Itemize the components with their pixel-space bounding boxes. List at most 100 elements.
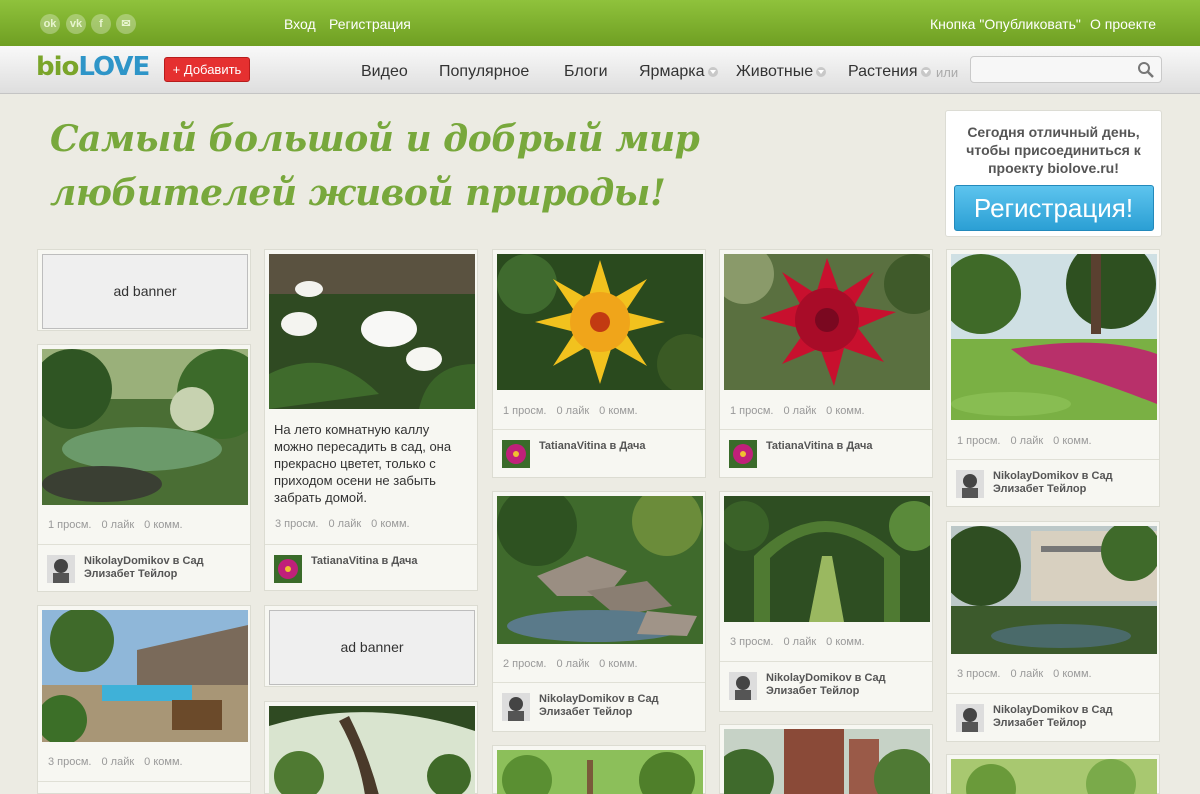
avatar[interactable]	[47, 555, 75, 583]
likes-count: 0 лайк	[1010, 435, 1044, 447]
comments-count: 0 комм.	[826, 405, 865, 417]
mail-icon[interactable]: ✉	[116, 14, 136, 34]
login-link[interactable]: Вход	[284, 16, 316, 32]
post-card[interactable]: 1 просм. 0 лайк 0 комм. NikolayDomikov в С…	[946, 249, 1160, 507]
post-card[interactable]: 3 просм. 0 лайк 0 комм. NikolayDomikov в С…	[719, 491, 933, 712]
spring-garden-image[interactable]	[951, 759, 1157, 794]
post-author[interactable]: TatianaVitina в Дача	[766, 440, 926, 453]
search-box	[970, 56, 1162, 83]
green-garden-image[interactable]	[497, 750, 703, 794]
vk-icon[interactable]: vk	[66, 14, 86, 34]
odnoklassniki-icon[interactable]: ok	[40, 14, 60, 34]
avatar[interactable]	[729, 672, 757, 700]
comments-count: 0 комм.	[599, 658, 638, 670]
post-author[interactable]: NikolayDomikov в Сад Элизабет Тейлор	[993, 470, 1153, 496]
nav-video[interactable]: Видео	[361, 63, 408, 81]
hero-line-1: Самый большой и добрый мир	[50, 118, 700, 160]
avatar[interactable]	[729, 440, 757, 468]
post-author[interactable]: TatianaVitina в Дача	[311, 555, 471, 568]
post-author[interactable]: NikolayDomikov в Сад Элизабет Тейлор	[766, 672, 926, 698]
views-count: 2 просм.	[503, 658, 547, 670]
views-count: 1 просм.	[48, 519, 92, 531]
post-card[interactable]: 3 просм. 0 лайк 0 комм. NikolayDomikov в С…	[946, 521, 1160, 742]
post-card[interactable]	[492, 745, 706, 794]
logo-part-bio: bio	[36, 52, 79, 82]
comments-count: 0 комм.	[371, 518, 410, 530]
avatar[interactable]	[502, 693, 530, 721]
post-card[interactable]: 1 просм. 0 лайк 0 комм. TatianaVitina в Да…	[492, 249, 706, 478]
post-stats: 3 просм. 0 лайк 0 комм.	[48, 756, 193, 768]
nav-popular[interactable]: Популярное	[439, 63, 529, 81]
site-logo[interactable]: bioLOVE	[36, 52, 150, 82]
post-card[interactable]: 1 просм. 0 лайк 0 комм. TatianaVitina в Да…	[719, 249, 933, 478]
pond-garden-image[interactable]	[42, 349, 248, 505]
post-card[interactable]	[946, 754, 1160, 794]
post-author[interactable]: TatianaVitina в Дача	[539, 440, 699, 453]
add-button[interactable]: + Добавить	[164, 57, 250, 82]
nav-blogs[interactable]: Блоги	[564, 63, 608, 81]
post-stats: 1 просм. 0 лайк 0 комм.	[48, 519, 193, 531]
register-link[interactable]: Регистрация	[329, 16, 411, 32]
ad-banner[interactable]: ad banner	[269, 610, 475, 685]
facebook-icon[interactable]: f	[91, 14, 111, 34]
garden-tree-image[interactable]	[269, 706, 475, 794]
post-description: На лето комнатную каллу можно пересадить…	[274, 422, 452, 505]
likes-count: 0 лайк	[101, 519, 135, 531]
views-count: 1 просм.	[957, 435, 1001, 447]
calla-lily-image[interactable]	[269, 254, 475, 409]
post-card[interactable]: 2 просм. 0 лайк 0 комм. NikolayDomikov в С…	[492, 491, 706, 732]
brick-house-image[interactable]	[724, 729, 930, 794]
divider	[38, 781, 250, 782]
hero-headline: Самый большой и добрый мир любителей жив…	[50, 112, 700, 220]
search-icon[interactable]	[1137, 61, 1155, 79]
avatar[interactable]	[956, 704, 984, 732]
register-button[interactable]: Регистрация!	[953, 185, 1154, 231]
post-card[interactable]: На лето комнатную каллу можно пересадить…	[264, 249, 478, 591]
comments-count: 0 комм.	[1053, 668, 1092, 680]
chevron-down-icon	[920, 66, 931, 77]
join-text: Сегодня отличный день, чтобы присоединит…	[966, 124, 1141, 176]
ad-card: ad banner	[37, 249, 251, 331]
views-count: 3 просм.	[730, 636, 774, 648]
post-stats: 1 просм. 0 лайк 0 комм.	[957, 435, 1102, 447]
nav-fair[interactable]: Ярмарка	[639, 63, 718, 81]
chevron-down-icon	[707, 66, 718, 77]
avatar[interactable]	[274, 555, 302, 583]
publish-button-link[interactable]: Кнопка "Опубликовать"	[930, 16, 1081, 32]
post-card[interactable]: 3 просм. 0 лайк 0 комм.	[37, 605, 251, 794]
rock-pond-image[interactable]	[497, 496, 703, 644]
red-dahlia-image[interactable]	[724, 254, 930, 390]
yellow-dahlia-image[interactable]	[497, 254, 703, 390]
post-card[interactable]	[719, 724, 933, 794]
divider	[720, 429, 932, 430]
logo-part-love: LOVE	[78, 52, 150, 82]
comments-count: 0 комм.	[1053, 435, 1092, 447]
divider	[947, 693, 1159, 694]
about-link[interactable]: О проекте	[1090, 16, 1156, 32]
post-author[interactable]: NikolayDomikov в Сад Элизабет Тейлор	[539, 693, 699, 719]
post-stats: 1 просм. 0 лайк 0 комм.	[730, 405, 875, 417]
post-card[interactable]: 1 просм. 0 лайк 0 комм. NikolayDomikov в С…	[37, 344, 251, 592]
comments-count: 0 комм.	[599, 405, 638, 417]
likes-count: 0 лайк	[101, 756, 135, 768]
ad-card: ad banner	[264, 605, 478, 687]
search-input[interactable]	[971, 57, 1131, 82]
views-count: 1 просм.	[730, 405, 774, 417]
nav-plants-label: Растения	[848, 63, 918, 80]
ad-banner[interactable]: ad banner	[42, 254, 248, 329]
comments-count: 0 комм.	[826, 636, 865, 648]
post-author[interactable]: NikolayDomikov в Сад Элизабет Тейлор	[84, 555, 244, 581]
house-pond-image[interactable]	[951, 526, 1157, 654]
post-stats: 1 просм. 0 лайк 0 комм.	[503, 405, 648, 417]
likes-count: 0 лайк	[328, 518, 362, 530]
lawn-garden-image[interactable]	[951, 254, 1157, 420]
avatar[interactable]	[502, 440, 530, 468]
nav-animals[interactable]: Животные	[736, 63, 827, 81]
pool-garden-image[interactable]	[42, 610, 248, 742]
post-card[interactable]	[264, 701, 478, 794]
avatar[interactable]	[956, 470, 984, 498]
post-author[interactable]: NikolayDomikov в Сад Элизабет Тейлор	[993, 704, 1153, 730]
nav-plants[interactable]: Растения	[848, 63, 931, 81]
garden-arch-image[interactable]	[724, 496, 930, 622]
join-box: Сегодня отличный день, чтобы присоединит…	[945, 110, 1162, 237]
